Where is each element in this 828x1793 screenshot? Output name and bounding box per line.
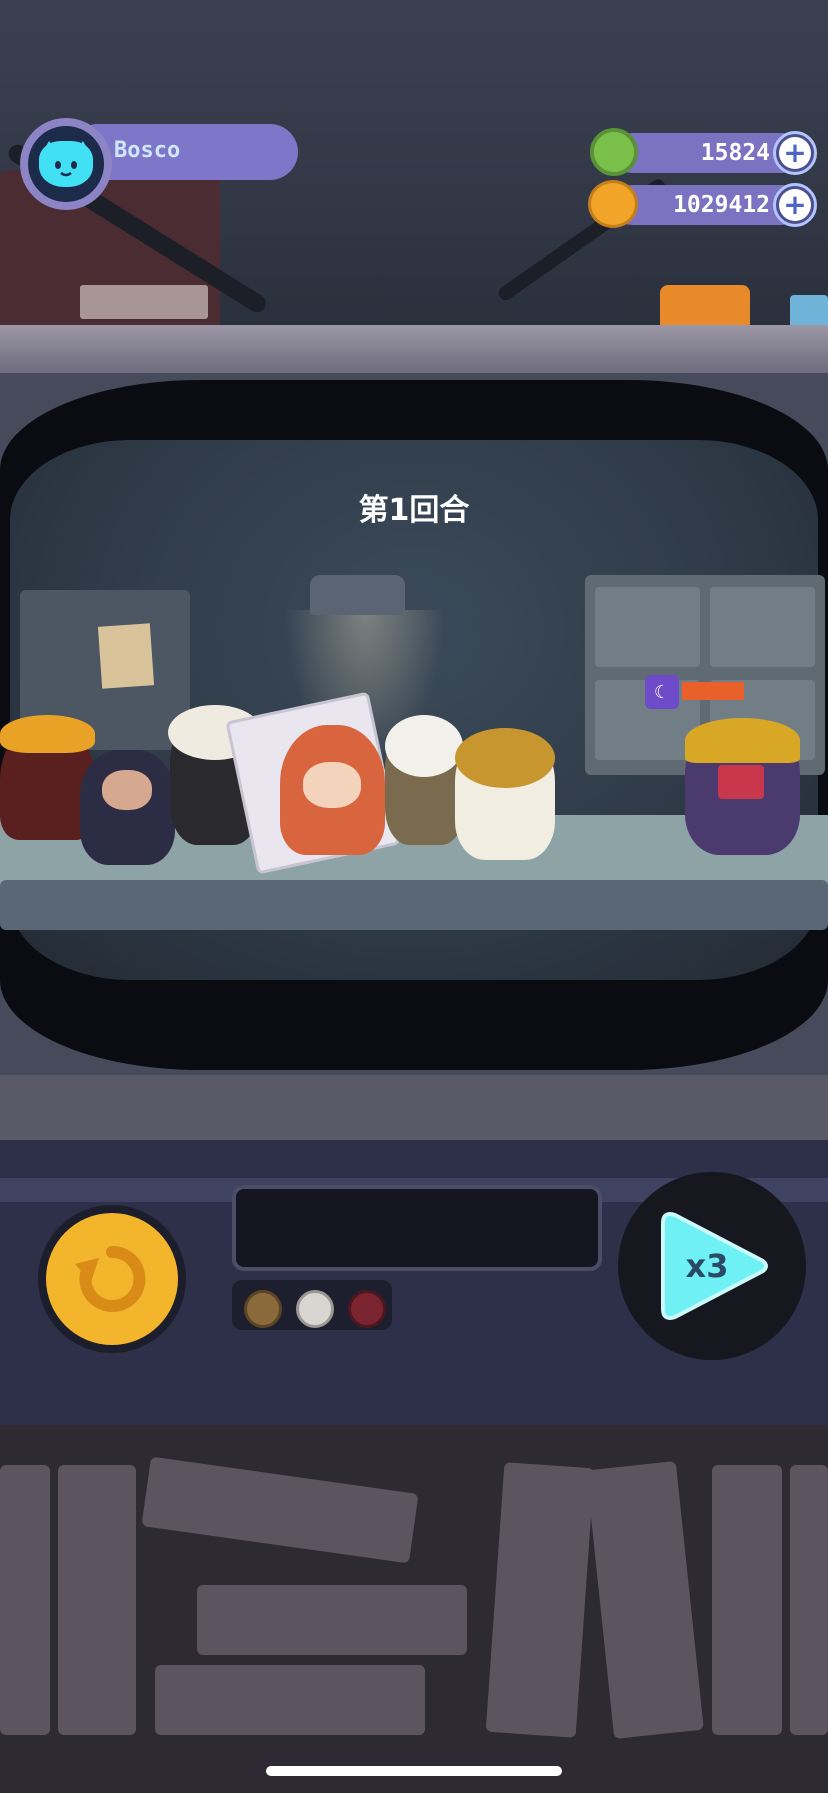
- floor-edge: [0, 880, 828, 930]
- moon-icon: ☾: [645, 675, 679, 709]
- round-title: 第1回合: [358, 493, 470, 528]
- book: [0, 1465, 50, 1735]
- speed-button[interactable]: x3: [618, 1172, 806, 1360]
- add-donut-button[interactable]: +: [773, 131, 817, 175]
- retry-button[interactable]: [38, 1205, 186, 1353]
- character-panda-head: [385, 715, 463, 777]
- player-name: Bosco: [114, 138, 181, 163]
- play-triangle-icon: x3: [653, 1207, 771, 1325]
- shelf-box-label: [80, 285, 208, 319]
- book: [586, 1461, 704, 1739]
- enemy-jester-hat: [685, 718, 800, 763]
- coin-count: 1029412: [673, 192, 770, 218]
- ceiling-lamp: [310, 575, 405, 615]
- indicator-dot: [244, 1290, 282, 1328]
- book: [790, 1465, 828, 1735]
- avatar[interactable]: [28, 126, 104, 202]
- book: [712, 1465, 782, 1735]
- message-display-slot: [232, 1185, 602, 1271]
- cabinet-drawer: [710, 587, 815, 667]
- retry-icon: [46, 1213, 178, 1345]
- speed-label: x3: [685, 1247, 729, 1285]
- indicator-dot: [348, 1290, 386, 1328]
- character-red-hair-face: [303, 762, 361, 808]
- enemy-jester-pig-mask: [718, 765, 764, 799]
- sticky-note: [97, 623, 155, 689]
- add-coin-button[interactable]: +: [773, 183, 817, 227]
- donut-icon: [590, 128, 638, 176]
- character-lava-monster-top: [0, 715, 95, 753]
- book: [485, 1462, 595, 1738]
- book: [58, 1465, 136, 1735]
- character-laurel-wreath: [455, 728, 555, 788]
- enemy-health-bar: [682, 682, 744, 700]
- donut-count: 15824: [700, 140, 770, 166]
- book: [141, 1456, 419, 1564]
- character-black-cat-face: [102, 770, 152, 810]
- cat-face-icon: [39, 141, 93, 187]
- bottom-bookshelf: [0, 1425, 828, 1793]
- book: [197, 1585, 467, 1655]
- indicator-dot: [296, 1290, 334, 1328]
- cabinet-drawer: [595, 587, 700, 667]
- planet-icon: [588, 180, 638, 228]
- orange-alarm-light: [660, 285, 750, 327]
- book: [155, 1665, 425, 1735]
- home-indicator[interactable]: [266, 1766, 562, 1776]
- tv-frame-top: [0, 325, 828, 373]
